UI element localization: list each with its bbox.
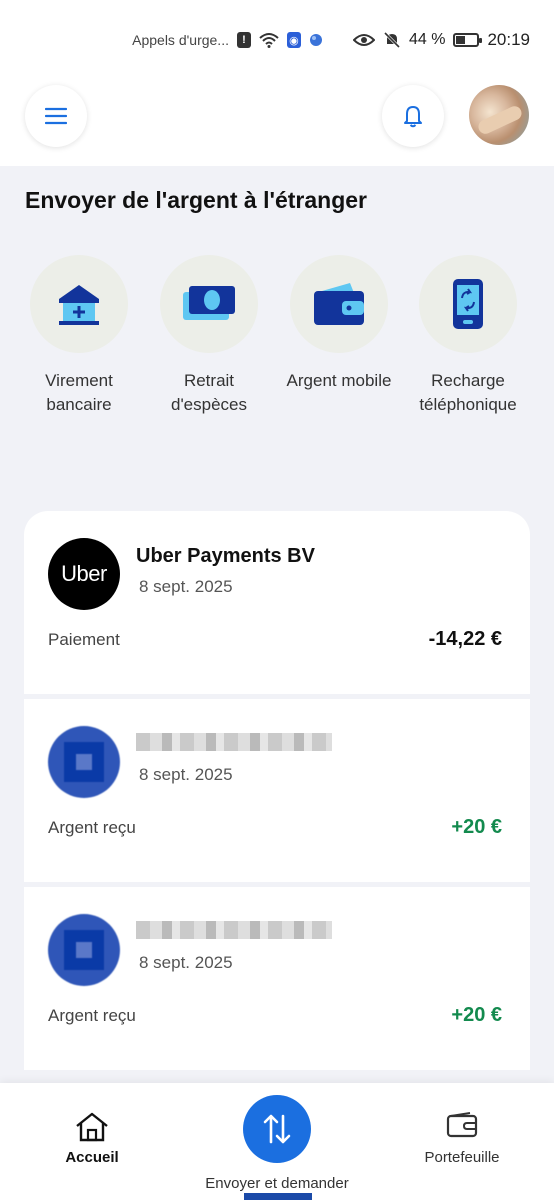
sender-avatar bbox=[48, 726, 120, 798]
transaction-date: 8 sept. 2025 bbox=[139, 765, 233, 784]
transaction-row[interactable]: 8 sept. 2025 Argent reçu +20 € bbox=[24, 699, 530, 882]
transaction-date: 8 sept. 2025 bbox=[139, 577, 233, 596]
transaction-type: Paiement bbox=[48, 630, 120, 649]
menu-button[interactable] bbox=[25, 85, 87, 147]
transaction-amount: +20 € bbox=[451, 816, 502, 838]
nav-home-label: Accueil bbox=[65, 1149, 119, 1166]
nav-wallet[interactable]: Portefeuille bbox=[410, 1111, 514, 1166]
sender-avatar bbox=[48, 914, 120, 986]
action-bank-transfer[interactable]: Virement bancaire bbox=[24, 255, 134, 417]
bell-icon bbox=[404, 106, 422, 128]
battery-percent: 44 % bbox=[408, 31, 446, 48]
transaction-name-redacted bbox=[136, 733, 332, 751]
eye-icon bbox=[352, 33, 375, 47]
transaction-list: Uber Uber Payments BV 8 sept. 2025 Paiem… bbox=[24, 511, 530, 1075]
transaction-amount: -14,22 € bbox=[428, 628, 502, 650]
send-options: Virement bancaire Retrait d'espèces Arge… bbox=[24, 255, 530, 445]
wifi-icon bbox=[259, 32, 279, 48]
section-title: Envoyer de l'argent à l'étranger bbox=[25, 187, 368, 213]
action-phone-recharge[interactable]: Recharge téléphonique bbox=[413, 255, 523, 417]
next-screen-peek bbox=[244, 1193, 312, 1200]
battery-icon bbox=[453, 33, 483, 47]
transaction-name-redacted bbox=[136, 921, 332, 939]
action-label: Argent mobile bbox=[286, 371, 392, 390]
uber-logo: Uber bbox=[48, 538, 120, 610]
nav-wallet-label: Portefeuille bbox=[424, 1149, 500, 1166]
transaction-row[interactable]: 8 sept. 2025 Argent reçu +20 € bbox=[24, 887, 530, 1070]
alert-icon: ! bbox=[236, 32, 251, 48]
hamburger-icon bbox=[45, 107, 67, 125]
nav-send-request[interactable]: Envoyer et demander bbox=[190, 1095, 364, 1192]
transaction-type: Argent reçu bbox=[48, 1006, 136, 1025]
nav-home[interactable]: Accueil bbox=[52, 1111, 132, 1166]
transaction-date: 8 sept. 2025 bbox=[139, 953, 233, 972]
transaction-amount: +20 € bbox=[451, 1004, 502, 1026]
transaction-type: Argent reçu bbox=[48, 818, 136, 837]
avatar[interactable] bbox=[469, 85, 529, 145]
mute-icon bbox=[383, 31, 401, 49]
bottom-nav: Accueil Envoyer et demander Portefeuille bbox=[0, 1083, 554, 1200]
action-label: Virement bancaire bbox=[45, 371, 113, 414]
transaction-row[interactable]: Uber Uber Payments BV 8 sept. 2025 Paiem… bbox=[24, 511, 530, 694]
globe-icon bbox=[309, 33, 323, 47]
app-notification-icon: ◉ bbox=[286, 32, 301, 48]
nav-send-label: Envoyer et demander bbox=[205, 1175, 349, 1192]
action-label: Retrait d'espèces bbox=[170, 371, 248, 414]
clock: 20:19 bbox=[487, 30, 530, 49]
action-mobile-money[interactable]: Argent mobile bbox=[284, 255, 394, 393]
action-label: Recharge téléphonique bbox=[419, 371, 517, 414]
wallet-nav-icon bbox=[446, 1112, 478, 1138]
phone-recharge-icon bbox=[419, 255, 517, 353]
cash-icon bbox=[160, 255, 258, 353]
header bbox=[0, 80, 554, 166]
transfer-arrows-icon bbox=[243, 1095, 311, 1163]
home-icon bbox=[76, 1112, 108, 1142]
transaction-name: Uber Payments BV bbox=[136, 545, 315, 567]
bank-icon bbox=[30, 255, 128, 353]
status-bar: Appels d'urge... ! ◉ 44 % 20:19 bbox=[0, 0, 554, 80]
action-cash-pickup[interactable]: Retrait d'espèces bbox=[154, 255, 264, 417]
wallet-icon bbox=[290, 255, 388, 353]
notifications-button[interactable] bbox=[382, 85, 444, 147]
carrier-text: Appels d'urge... bbox=[132, 32, 229, 48]
